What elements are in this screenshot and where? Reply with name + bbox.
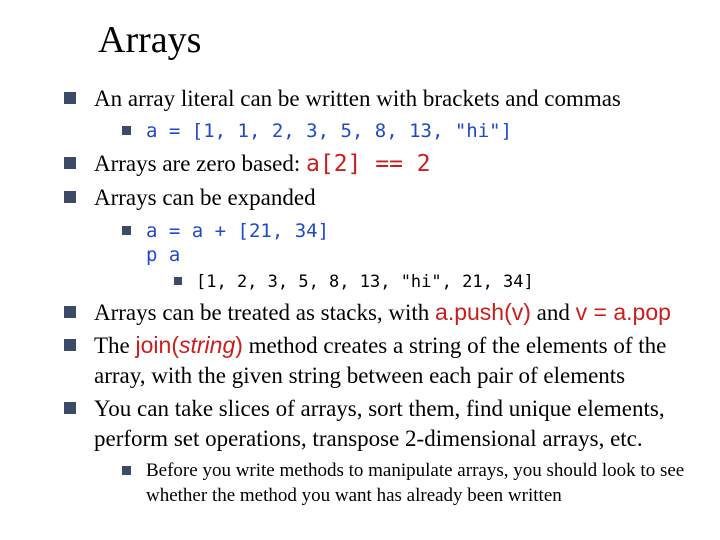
code-push: a.push(v) (435, 299, 531, 325)
bullet-join: The join(string) method creates a string… (64, 331, 686, 390)
code-pop: v = a.pop (576, 299, 671, 325)
text: Before you write methods to manipulate a… (146, 460, 684, 505)
code-array-literal: a = [1, 1, 2, 3, 5, 8, 13, "hi"] (122, 119, 686, 144)
output-expand: [1, 2, 3, 5, 8, 13, "hi", 21, 34] (174, 271, 686, 294)
output: [1, 2, 3, 5, 8, 13, "hi", 21, 34] (196, 272, 534, 292)
text: You can take slices of arrays, sort them… (94, 396, 665, 450)
text: Arrays can be expanded (94, 185, 316, 210)
bullet-list: An array literal can be written with bra… (34, 84, 686, 508)
text: An array literal can be written with bra… (94, 86, 621, 111)
bullet-stacks: Arrays can be treated as stacks, with a.… (64, 298, 686, 327)
bullet-zero-based: Arrays are zero based: a[2] == 2 (64, 149, 686, 179)
bullet-expanded: Arrays can be expanded a = a + [21, 34] … (64, 183, 686, 294)
bullet-array-literal: An array literal can be written with bra… (64, 84, 686, 145)
arg: string (179, 332, 235, 358)
text: Arrays are zero based: (94, 151, 306, 176)
code: a = [1, 1, 2, 3, 5, 8, 13, "hi"] (146, 120, 512, 142)
text-mid: and (531, 300, 576, 325)
paren-close: ) (235, 332, 243, 358)
slide: Arrays An array literal can be written w… (0, 0, 720, 540)
sub-before-write: Before you write methods to manipulate a… (122, 459, 686, 508)
text-pre: The (94, 333, 136, 358)
method-name: join (136, 332, 172, 358)
code: a[2] == 2 (306, 151, 431, 177)
code-expand: a = a + [21, 34] p a [1, 2, 3, 5, 8, 13,… (122, 219, 686, 294)
bullet-slices: You can take slices of arrays, sort them… (64, 394, 686, 508)
text-pre: Arrays can be treated as stacks, with (94, 300, 435, 325)
paren-open: ( (171, 332, 179, 358)
slide-title: Arrays (98, 18, 686, 62)
code: a = a + [21, 34] p a (146, 219, 686, 268)
